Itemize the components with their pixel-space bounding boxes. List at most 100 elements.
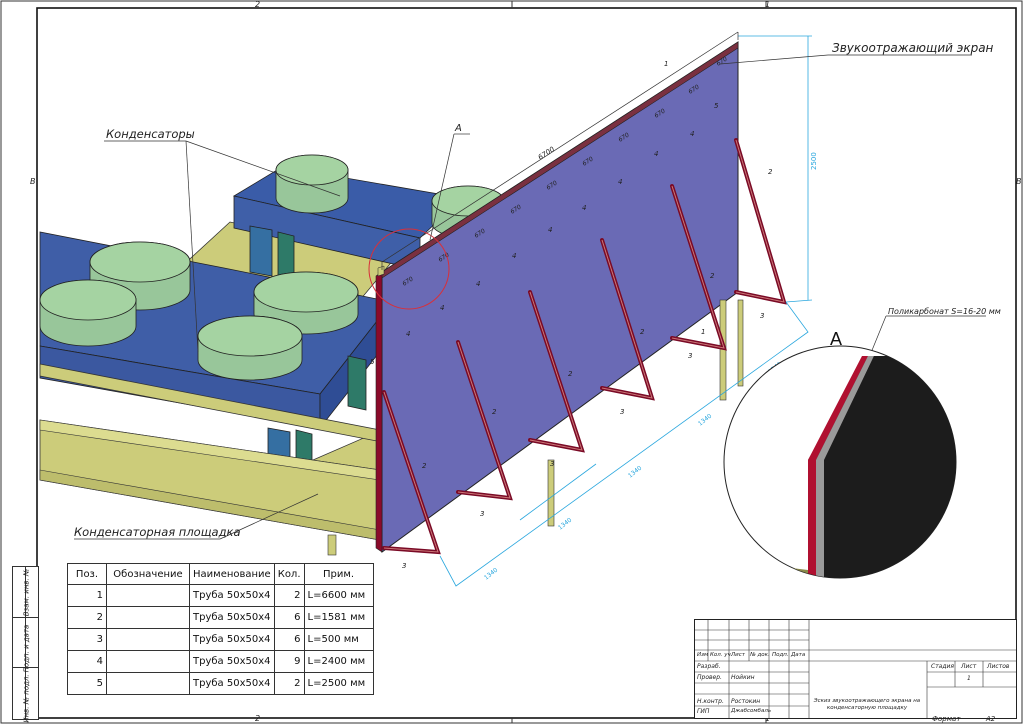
condenser-leg	[249, 225, 273, 277]
frame-zone-b-left: В	[30, 177, 36, 186]
spec-name: Труба 50х50х4	[189, 584, 275, 607]
specification-table: Поз. Обозначение Наименование Кол. Прим.…	[67, 563, 374, 695]
svg-text:3: 3	[550, 460, 554, 468]
spec-qty: 2	[273, 672, 305, 695]
table-row: 5 Труба 50х50х4 2 L=2500 мм	[67, 672, 374, 695]
spec-designation	[106, 606, 190, 629]
spec-name: Труба 50х50х4	[189, 650, 275, 673]
tb-col-sign: Подп.	[772, 652, 789, 658]
svg-text:4: 4	[582, 204, 586, 212]
tb-stage-label: Стадия	[931, 663, 955, 670]
spec-qty: 9	[273, 650, 305, 673]
spec-qty: 6	[273, 628, 305, 651]
screen-post-left	[375, 271, 383, 553]
table-row: 1 Труба 50х50х4 2 L=6600 мм	[67, 584, 374, 607]
spec-designation	[106, 584, 190, 607]
detail-callout-letter: A	[454, 123, 462, 134]
spec-col-pos: Поз.	[67, 563, 107, 585]
svg-text:2: 2	[568, 370, 573, 378]
tb-col-izm: Изм	[697, 652, 709, 658]
detail-a-letter: A	[830, 329, 842, 349]
svg-text:2: 2	[492, 408, 497, 416]
table-row: 2 Труба 50х50х4 6 L=1581 мм	[67, 606, 374, 629]
table-row: 4 Труба 50х50х4 9 L=2400 мм	[67, 650, 374, 673]
sound-screen-panel	[381, 41, 739, 553]
tb-role-checker: Провер.	[697, 674, 722, 681]
spec-note: L=2400 мм	[303, 650, 374, 673]
spec-pos: 5	[67, 672, 107, 695]
stamp-inv-replaced: Взам. инв. №	[22, 568, 31, 617]
spec-col-note: Прим.	[303, 563, 374, 585]
tb-col-doc: № док.	[750, 652, 770, 658]
svg-text:5: 5	[370, 358, 375, 366]
spec-col-name: Наименование	[189, 563, 275, 585]
svg-text:3: 3	[402, 562, 406, 570]
spec-col-qty: Кол.	[273, 563, 305, 585]
frame-zone-2-bottom: 2	[255, 714, 260, 723]
detail-a-view	[723, 345, 957, 579]
title-block: Изм Кол. уч. Лист № док. Подп. Дата Разр…	[694, 619, 1017, 719]
stamp-inv-original: Инв. № подл.	[22, 674, 31, 723]
screen-post-cap	[377, 265, 385, 277]
tb-col-qty: Кол. уч.	[710, 652, 733, 658]
frame-zone-2: 2	[255, 0, 260, 9]
spec-name: Труба 50х50х4	[189, 672, 275, 695]
side-stamp: Инв. № подл. Подп. и дата Взам. инв. №	[12, 566, 39, 723]
svg-text:1: 1	[664, 60, 668, 68]
svg-text:1340: 1340	[557, 517, 573, 532]
spec-designation	[106, 628, 190, 651]
label-polycarbonate: Поликарбонат S=16-20 мм	[888, 307, 1001, 316]
svg-text:5: 5	[714, 102, 719, 110]
spec-pos: 1	[67, 584, 107, 607]
svg-text:2: 2	[768, 168, 773, 176]
svg-text:4: 4	[476, 280, 480, 288]
spec-pos: 2	[67, 606, 107, 629]
format-label: Формат	[932, 715, 961, 723]
tb-sheet-label: Лист	[961, 663, 977, 670]
spec-pos: 3	[67, 628, 107, 651]
svg-text:3: 3	[760, 312, 764, 320]
condenser-leg-green	[347, 355, 367, 411]
spec-qty: 6	[273, 606, 305, 629]
tb-role-normcontrol: Н.контр.	[697, 698, 724, 705]
svg-text:2: 2	[422, 462, 427, 470]
stamp-sign-date: Подп. и дата	[22, 624, 31, 673]
spec-note: L=2500 мм	[303, 672, 374, 695]
spec-note: L=1581 мм	[303, 606, 374, 629]
spec-name: Труба 50х50х4	[189, 628, 275, 651]
dim-height: 2500	[810, 152, 818, 170]
label-condensers: Конденсаторы	[106, 127, 195, 141]
tb-sheet-value: 1	[967, 675, 971, 682]
tb-sheets-label: Листов	[987, 663, 1010, 670]
format-value: А2	[986, 715, 996, 723]
platform-post	[327, 534, 337, 556]
spec-pos: 4	[67, 650, 107, 673]
svg-text:4: 4	[440, 304, 444, 312]
svg-text:4: 4	[512, 252, 516, 260]
svg-text:2: 2	[710, 272, 715, 280]
label-condenser-platform: Конденсаторная площадка	[74, 525, 241, 539]
spec-name: Труба 50х50х4	[189, 606, 275, 629]
svg-text:4: 4	[618, 178, 622, 186]
tb-name-normcontrol: Ростокин	[731, 698, 761, 705]
svg-text:1340: 1340	[627, 465, 643, 480]
spec-qty: 2	[273, 584, 305, 607]
spec-designation	[106, 672, 190, 695]
svg-text:1340: 1340	[697, 413, 713, 428]
svg-text:3: 3	[688, 352, 692, 360]
tb-name-gip: Джабсомбаль	[731, 708, 772, 714]
tb-role-gip: ГИП	[697, 708, 710, 715]
dim-length: 6700	[537, 145, 557, 162]
spec-header-row: Поз. Обозначение Наименование Кол. Прим.	[67, 563, 374, 585]
spec-col-designation: Обозначение	[106, 563, 190, 585]
spec-note: L=6600 мм	[303, 584, 374, 607]
svg-text:1: 1	[701, 328, 705, 336]
label-sound-screen: Звукоотражающий экран	[832, 41, 994, 55]
svg-text:4: 4	[690, 130, 694, 138]
svg-text:4: 4	[548, 226, 552, 234]
frame-zone-1: 1	[765, 0, 770, 9]
tb-doc-title: Эскиз звукоотражающего экрана на конденс…	[813, 698, 921, 712]
svg-text:3: 3	[620, 408, 624, 416]
tb-name-developer: Нойкин	[731, 674, 755, 681]
svg-text:4: 4	[406, 330, 410, 338]
